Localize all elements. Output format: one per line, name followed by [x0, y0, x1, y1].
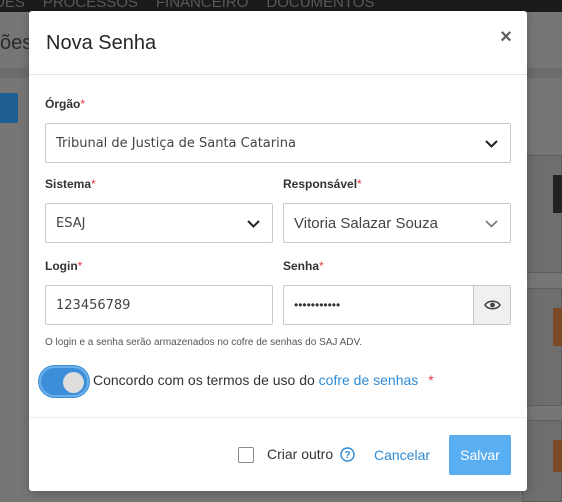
background-dark-block	[553, 175, 562, 213]
background-card	[522, 155, 562, 273]
help-icon[interactable]: ?	[340, 447, 355, 462]
sistema-value: ESAJ	[56, 215, 86, 231]
background-button	[0, 93, 18, 123]
sistema-select[interactable]: ESAJ	[45, 203, 273, 243]
close-icon[interactable]: ×	[496, 26, 516, 48]
save-button[interactable]: Salvar	[449, 435, 511, 475]
login-input[interactable]: 123456789	[45, 285, 273, 325]
responsavel-label: Responsável*	[283, 177, 362, 191]
orgao-label: Órgão*	[45, 97, 85, 111]
responsavel-label-text: Responsável	[283, 177, 358, 191]
terms-link[interactable]: cofre de senhas	[319, 372, 419, 388]
chevron-down-icon	[247, 220, 260, 228]
login-value: 123456789	[56, 297, 131, 313]
responsavel-value: Vitoria Salazar Souza	[294, 214, 438, 232]
terms-toggle[interactable]	[39, 366, 89, 397]
orgao-select[interactable]: Tribunal de Justiça de Santa Catarina	[45, 123, 511, 163]
toggle-knob	[63, 372, 84, 393]
header-divider	[29, 74, 527, 75]
terms-text: Concordo com os termos de uso do cofre d…	[93, 372, 434, 388]
nova-senha-modal: Nova Senha × Órgão* Tribunal de Justiça …	[29, 11, 527, 491]
chevron-down-icon	[485, 220, 498, 228]
login-label: Login*	[45, 259, 82, 273]
cancel-button[interactable]: Cancelar	[374, 447, 430, 463]
eye-icon	[483, 300, 501, 310]
orgao-value: Tribunal de Justiça de Santa Catarina	[56, 135, 296, 151]
criar-outro-checkbox[interactable]	[238, 447, 254, 463]
required-mark: *	[319, 259, 324, 273]
background-orange-block	[553, 308, 562, 346]
svg-text:?: ?	[344, 450, 350, 461]
show-password-button[interactable]	[473, 285, 511, 325]
chevron-down-icon	[485, 140, 498, 148]
modal-title: Nova Senha	[46, 32, 157, 54]
criar-outro-label: Criar outro	[267, 446, 334, 462]
background-card	[522, 288, 562, 406]
login-label-text: Login	[45, 259, 78, 273]
required-mark: *	[77, 259, 83, 273]
background-page-title: ões	[0, 32, 33, 54]
responsavel-select[interactable]: Vitoria Salazar Souza	[283, 203, 511, 243]
senha-label: Senha*	[283, 259, 324, 273]
required-mark: *	[80, 97, 86, 111]
required-mark: *	[428, 372, 434, 388]
background-orange-block	[553, 440, 562, 472]
orgao-label-text: Órgão	[45, 97, 81, 111]
sistema-label-text: Sistema	[45, 177, 92, 191]
storage-help-text: O login e a senha serão armazenados no c…	[45, 337, 363, 348]
senha-value: •••••••••••	[294, 298, 341, 312]
sistema-label: Sistema*	[45, 177, 96, 191]
senha-label-text: Senha	[283, 259, 320, 273]
footer-divider	[29, 417, 527, 418]
terms-label: Concordo com os termos de uso do	[93, 372, 319, 388]
required-mark: *	[357, 177, 362, 191]
senha-input[interactable]: •••••••••••	[283, 285, 511, 325]
background-nav-item: DES	[0, 0, 25, 11]
required-mark: *	[91, 177, 96, 191]
